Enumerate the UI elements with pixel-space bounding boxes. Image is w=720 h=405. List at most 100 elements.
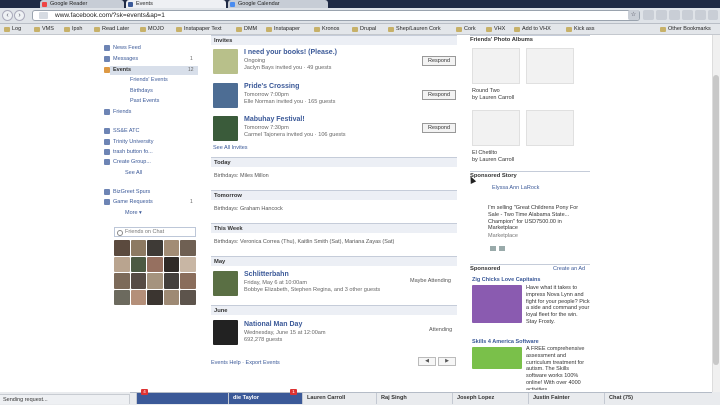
respond-button[interactable]: Respond	[422, 90, 456, 100]
browser-tab[interactable]: Google Reader	[40, 0, 124, 8]
friend-avatar[interactable]	[180, 240, 196, 256]
nav-friends-events[interactable]: Friends' Events	[130, 77, 168, 83]
extension-icon[interactable]	[682, 10, 693, 20]
see-all-invites-link[interactable]: See All Invites	[213, 145, 248, 151]
friend-avatar[interactable]	[114, 240, 130, 256]
friend-avatar[interactable]	[163, 273, 180, 289]
bookmark-item[interactable]: Log	[4, 25, 21, 33]
event-title[interactable]: Pride's Crossing	[244, 83, 299, 90]
bookmark-item[interactable]: Cork	[456, 25, 476, 33]
bookmark-item[interactable]: Instapaper	[266, 25, 300, 33]
bookmark-item[interactable]: VHX	[486, 25, 505, 33]
friend-avatar[interactable]	[130, 289, 147, 305]
ad-title[interactable]: Skills 4 America Software	[472, 339, 539, 346]
friend-avatar[interactable]	[180, 289, 196, 305]
friend-avatar[interactable]	[130, 273, 147, 289]
event-title[interactable]: National Man Day	[244, 321, 302, 328]
nav-news-feed[interactable]: News Feed	[104, 45, 141, 51]
bookmark-item[interactable]: Kronos	[314, 25, 339, 33]
extension-icon[interactable]	[669, 10, 680, 20]
respond-button[interactable]: Respond	[422, 123, 456, 133]
event-thumbnail[interactable]	[213, 83, 238, 108]
chat-tab[interactable]: Lauren Carroll	[302, 393, 376, 404]
ad-title[interactable]: Zig Chicks Love Capitains	[472, 277, 540, 284]
nav-messages[interactable]: Messages	[104, 56, 138, 62]
scrollbar-thumb[interactable]	[713, 75, 719, 365]
rsvp-status[interactable]: Maybe Attending	[410, 278, 451, 284]
nav-see-all[interactable]: See All	[125, 170, 142, 176]
friend-avatar[interactable]	[147, 256, 163, 272]
nav-app[interactable]: BizGreet Spurs	[104, 189, 150, 195]
bookmark-item[interactable]: VMS	[34, 25, 54, 33]
respond-button[interactable]: Respond	[422, 56, 456, 66]
nav-more[interactable]: More ▾	[125, 210, 142, 216]
extension-icon[interactable]	[656, 10, 667, 20]
prev-page-button[interactable]: ◀	[418, 357, 436, 366]
create-ad-link[interactable]: Create an Ad	[553, 266, 585, 273]
friend-avatar[interactable]	[130, 256, 147, 272]
chat-tab[interactable]: Raj Singh	[376, 393, 450, 404]
event-title[interactable]: I need your books! (Please.)	[244, 49, 337, 56]
rsvp-status[interactable]: Attending	[429, 327, 452, 333]
like-icon[interactable]	[499, 246, 505, 251]
album-cover[interactable]	[526, 110, 574, 146]
bookmark-item[interactable]: Ipsh	[64, 25, 82, 33]
browser-tab-active[interactable]: Events	[126, 0, 226, 8]
page-menu-icon[interactable]	[695, 10, 706, 20]
nav-events[interactable]: Events	[104, 67, 131, 73]
address-bar[interactable]: www.facebook.com/?sk=events&ap=1	[32, 10, 640, 21]
friend-avatar[interactable]	[114, 289, 130, 305]
star-icon[interactable]: ☆	[628, 10, 639, 20]
chat-tab[interactable]: Justin Fainter	[528, 393, 602, 404]
other-bookmarks[interactable]: Other Bookmarks	[660, 25, 711, 33]
bookmark-item[interactable]: Read Later	[94, 25, 129, 33]
friend-avatar[interactable]	[114, 256, 130, 272]
forward-button[interactable]: ›	[14, 10, 25, 21]
story-name[interactable]: Elyssa Ann LaRock	[492, 185, 539, 192]
back-button[interactable]: ‹	[2, 10, 13, 21]
chat-tab[interactable]: Joseph Lopez	[452, 393, 526, 404]
album-cover[interactable]	[472, 110, 520, 146]
wrench-icon[interactable]	[708, 10, 718, 20]
friend-avatar[interactable]	[147, 273, 163, 289]
nav-create-group[interactable]: Create Group...	[104, 159, 151, 165]
comment-icon[interactable]	[490, 246, 496, 251]
nav-game-requests[interactable]: Game Requests	[104, 199, 153, 205]
nav-friends[interactable]: Friends	[104, 109, 131, 115]
bookmark-item[interactable]: Kick ass	[566, 25, 594, 33]
friend-avatar[interactable]	[147, 289, 163, 305]
extension-icon[interactable]	[643, 10, 654, 20]
events-footer-links[interactable]: Events Help · Export Events	[211, 360, 280, 366]
album-cover[interactable]	[526, 48, 574, 84]
event-thumbnail[interactable]	[213, 116, 238, 141]
bookmark-item[interactable]: Add to VHX	[514, 25, 551, 33]
event-thumbnail[interactable]	[213, 271, 238, 296]
album-cover[interactable]	[472, 48, 520, 84]
bookmark-item[interactable]: Shep/Lauren Cork	[388, 25, 441, 33]
ad-image[interactable]	[472, 285, 522, 323]
event-title[interactable]: Mabuhay Festival!	[244, 116, 305, 123]
bookmark-item[interactable]: Drupal	[352, 25, 376, 33]
bookmark-item[interactable]: Instapaper Text	[176, 25, 222, 33]
nav-group[interactable]: Trinity University	[104, 139, 153, 145]
next-page-button[interactable]: ▶	[438, 357, 456, 366]
event-thumbnail[interactable]	[213, 49, 238, 74]
nav-birthdays[interactable]: Birthdays	[130, 88, 153, 94]
bookmark-item[interactable]: MOJO	[140, 25, 164, 33]
friend-avatar[interactable]	[147, 240, 163, 256]
nav-group[interactable]: SS&E ATC	[104, 128, 140, 134]
nav-past-events[interactable]: Past Events	[130, 98, 159, 104]
friend-avatar[interactable]	[163, 289, 180, 305]
album-title[interactable]: Round Two	[472, 88, 500, 95]
friends-on-chat-search[interactable]: Friends on Chat	[114, 227, 196, 237]
nav-group[interactable]: trash button fo...	[104, 149, 153, 155]
chat-sidebar-tab[interactable]: Chat (75)	[604, 393, 662, 404]
ad-image[interactable]	[472, 347, 522, 369]
chat-tab-minimized[interactable]	[136, 393, 228, 404]
friend-avatar[interactable]	[130, 240, 147, 256]
browser-tab[interactable]: Google Calendar	[228, 0, 328, 8]
event-thumbnail[interactable]	[213, 320, 238, 345]
bookmark-item[interactable]: DMM	[236, 25, 257, 33]
friend-avatar[interactable]	[163, 256, 180, 272]
friend-avatar[interactable]	[180, 273, 196, 289]
